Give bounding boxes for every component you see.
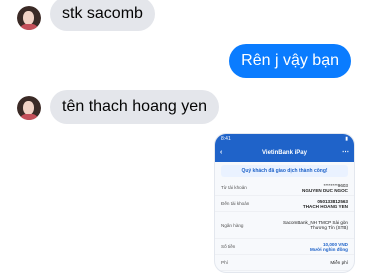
- bank-app-title: VietinBank iPay: [262, 150, 307, 156]
- detail-label: Phí: [221, 260, 228, 265]
- bank-app-header: ‹ VietinBank iPay ⋯: [215, 144, 354, 162]
- image-message-screenshot[interactable]: 8:41 ▮ ‹ VietinBank iPay ⋯ Quý khách đã …: [214, 133, 355, 273]
- detail-value-secondary: NGUYEN DUC NGOC: [302, 187, 348, 193]
- detail-row: Đến tài khoản 050133812563 THACH HOANG YE…: [215, 196, 354, 212]
- success-banner: Quý khách đã giao dịch thành công!: [221, 165, 348, 177]
- message-bubble-incoming[interactable]: stk sacomb: [50, 0, 155, 31]
- detail-label: Đến tài khoản: [221, 201, 250, 206]
- detail-row: Ngân hàng SacomBank_NH TMCP Sài gòn Thươn…: [215, 212, 354, 239]
- message-bubble-outgoing[interactable]: Rên j vậy bạn: [229, 44, 351, 78]
- share-icon: ⋯: [342, 149, 349, 156]
- detail-value: Miễn phí: [330, 260, 348, 265]
- status-time: 8:41: [221, 136, 231, 142]
- detail-row: Số tiền 10,000 VND Mười nghìn đồng: [215, 239, 354, 255]
- detail-label: Ngân hàng: [221, 222, 244, 228]
- detail-row: Phí Miễn phí: [215, 255, 354, 271]
- battery-icon: ▮: [345, 136, 348, 142]
- detail-label: Từ tài khoản: [221, 185, 247, 190]
- back-icon: ‹: [220, 149, 223, 156]
- message-bubble-incoming[interactable]: tên thach hoang yen: [50, 90, 220, 124]
- contact-avatar[interactable]: [17, 96, 41, 120]
- detail-row: Từ tài khoản ********9603 NGUYEN DUC NGOC: [215, 180, 354, 196]
- detail-value-secondary: THACH HOANG YEN: [302, 203, 348, 209]
- detail-value-secondary: Thương Tín (STB): [310, 225, 348, 230]
- phone-status-bar: 8:41 ▮: [215, 134, 354, 144]
- contact-avatar[interactable]: [17, 6, 41, 30]
- detail-label: Số tiền: [221, 244, 236, 249]
- detail-value-secondary: Mười nghìn đồng: [310, 246, 348, 252]
